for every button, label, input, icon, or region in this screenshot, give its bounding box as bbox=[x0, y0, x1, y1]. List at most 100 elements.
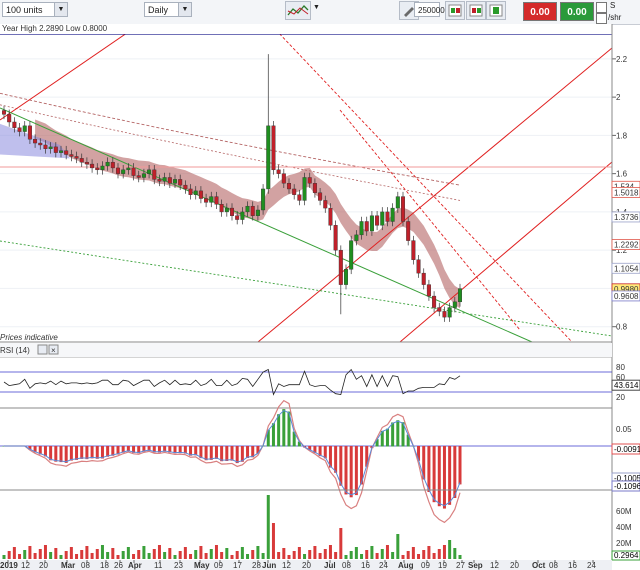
volume-bar bbox=[106, 552, 110, 559]
time-tick-label: 08 bbox=[342, 561, 351, 570]
candle-body bbox=[59, 150, 64, 153]
chart-area[interactable]: Year High 2.2890 Low 0.8000 Prices indic… bbox=[0, 0, 640, 570]
candle-body bbox=[131, 167, 136, 176]
macd-badge-label: -0.0091 bbox=[614, 445, 640, 454]
rsi-settings-icon[interactable] bbox=[37, 344, 48, 355]
candle-body bbox=[380, 211, 385, 226]
candle-body bbox=[224, 207, 229, 213]
candle-body bbox=[307, 177, 312, 184]
time-tick-label: 27 bbox=[456, 561, 465, 570]
time-tick-label: 28 bbox=[252, 561, 261, 570]
volume-bar bbox=[59, 555, 63, 559]
candle-body bbox=[276, 169, 281, 174]
volume-bar bbox=[7, 551, 11, 559]
time-tick-label: Aug bbox=[398, 561, 414, 570]
volume-bar bbox=[297, 547, 301, 559]
volume-bar bbox=[339, 528, 343, 559]
macd-histogram-bar bbox=[277, 414, 281, 447]
candle-body bbox=[100, 165, 105, 171]
macd-histogram-bar bbox=[54, 446, 58, 462]
macd-histogram-bar bbox=[344, 446, 348, 495]
rsi-label: RSI (14) bbox=[0, 346, 30, 355]
macd-histogram-bar bbox=[90, 446, 94, 459]
macd-histogram-bar bbox=[64, 446, 68, 463]
volume-bar bbox=[80, 550, 84, 559]
candle-body bbox=[157, 179, 162, 182]
candle-body bbox=[90, 163, 95, 169]
candle-body bbox=[110, 161, 115, 169]
macd-histogram-bar bbox=[334, 446, 338, 473]
volume-bar bbox=[225, 548, 229, 559]
volume-tick-label: 60M bbox=[616, 507, 632, 516]
time-tick-label: Mar bbox=[61, 561, 75, 570]
time-tick-label: 12 bbox=[21, 561, 30, 570]
volume-badge-label: 0.2964 bbox=[614, 551, 639, 560]
time-tick-label: 12 bbox=[282, 561, 291, 570]
volume-bar bbox=[85, 546, 89, 559]
candle-body bbox=[183, 184, 188, 190]
volume-bar bbox=[137, 550, 141, 559]
candle-body bbox=[281, 173, 286, 184]
candle-body bbox=[188, 188, 193, 195]
candle-body bbox=[411, 240, 416, 260]
volume-bar bbox=[261, 553, 265, 559]
volume-bar bbox=[95, 549, 99, 559]
volume-bar bbox=[453, 548, 457, 559]
volume-bar bbox=[375, 553, 379, 559]
time-tick-label: 18 bbox=[100, 561, 109, 570]
candle-body bbox=[271, 125, 276, 171]
volume-bar bbox=[437, 549, 441, 559]
macd-histogram-bar bbox=[209, 446, 213, 460]
rsi-tick-label: 80 bbox=[616, 363, 625, 372]
candle-body bbox=[79, 158, 84, 163]
macd-histogram-bar bbox=[106, 446, 110, 457]
volume-bar bbox=[147, 553, 151, 559]
volume-bar bbox=[406, 551, 410, 559]
time-tick-label: 16 bbox=[361, 561, 370, 570]
macd-histogram-bar bbox=[427, 446, 431, 492]
volume-bar bbox=[458, 555, 462, 559]
candle-body bbox=[406, 221, 411, 241]
volume-bar bbox=[344, 555, 348, 559]
candle-body bbox=[426, 284, 431, 297]
volume-bar bbox=[246, 554, 250, 559]
candle-body bbox=[250, 205, 255, 216]
time-tick-label: 2019 bbox=[0, 561, 18, 570]
volume-bar bbox=[282, 548, 286, 559]
macd-histogram-bar bbox=[282, 409, 286, 447]
candle-body bbox=[64, 150, 69, 155]
candle-body bbox=[266, 125, 271, 190]
volume-bar bbox=[396, 534, 400, 559]
time-tick-label: 26 bbox=[114, 561, 123, 570]
candle-body bbox=[369, 215, 374, 232]
volume-bar bbox=[111, 548, 115, 559]
price-tick-label: 2.2 bbox=[616, 55, 628, 64]
macd-histogram-bar bbox=[396, 420, 400, 447]
candle-body bbox=[33, 139, 38, 144]
macd-histogram-bar bbox=[220, 446, 224, 462]
candle-body bbox=[416, 259, 421, 274]
candle-body bbox=[359, 221, 364, 236]
candle-body bbox=[323, 200, 328, 209]
volume-bar bbox=[328, 545, 332, 559]
macd-histogram-bar bbox=[354, 446, 358, 496]
volume-bar bbox=[69, 547, 73, 559]
time-tick-label: Jul bbox=[324, 561, 336, 570]
volume-bar bbox=[385, 545, 389, 559]
close-glyph: × bbox=[51, 346, 56, 355]
candle-body bbox=[17, 127, 22, 132]
volume-bar bbox=[157, 545, 161, 559]
volume-bar bbox=[152, 549, 156, 559]
candle-body bbox=[354, 234, 359, 241]
volume-bar bbox=[422, 550, 426, 559]
volume-bar bbox=[132, 554, 136, 559]
candle-body bbox=[74, 156, 79, 159]
macd-histogram-bar bbox=[235, 446, 239, 464]
macd-histogram-bar bbox=[458, 446, 462, 485]
macd-histogram-bar bbox=[448, 446, 452, 505]
volume-bar bbox=[370, 546, 374, 559]
candle-body bbox=[328, 207, 333, 226]
candle-body bbox=[302, 177, 307, 201]
volume-tick-label: 20M bbox=[616, 539, 632, 548]
candle-body bbox=[2, 110, 6, 115]
